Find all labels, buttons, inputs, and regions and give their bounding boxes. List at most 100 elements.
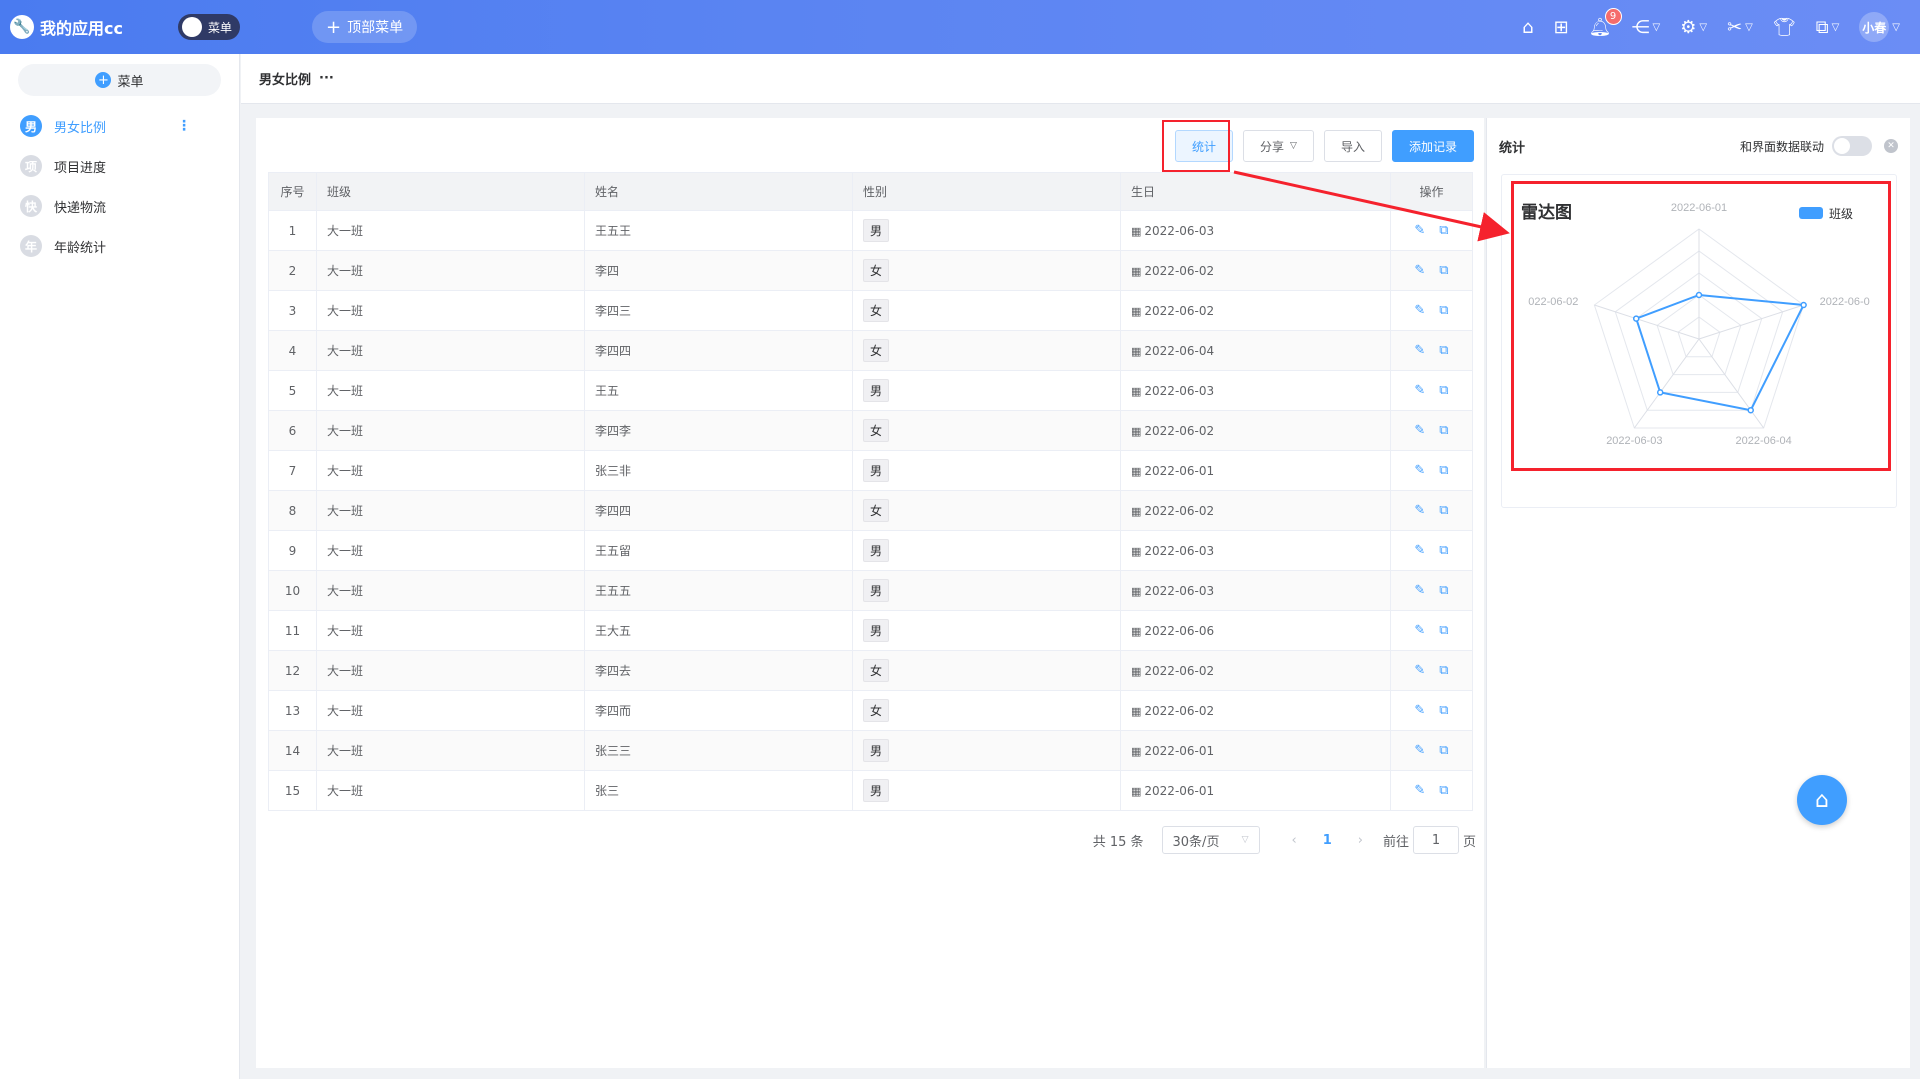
table-row[interactable]: 10 大一班 王五五男 ▦ 2022-06-03 ✎ ⧉: [268, 570, 1473, 611]
table-row[interactable]: 9 大一班 王五留男 ▦ 2022-06-03 ✎ ⧉: [268, 530, 1473, 571]
cell-name: 李四: [584, 250, 853, 291]
column-header[interactable]: 序号: [268, 172, 317, 211]
cell-name: 王五五: [584, 570, 853, 611]
table-row[interactable]: 1 大一班 王五王男 ▦ 2022-06-03 ✎ ⧉: [268, 210, 1473, 251]
more-vertical-icon[interactable]: ⋮: [177, 118, 191, 134]
birthday-value: 2022-06-02: [1144, 503, 1215, 518]
sidebar-item-logistics[interactable]: 快 快递物流: [0, 186, 239, 226]
edit-icon[interactable]: ✎: [1414, 743, 1425, 758]
edit-icon[interactable]: ✎: [1414, 703, 1425, 718]
cell-class: 大一班: [316, 250, 585, 291]
cell-class: 大一班: [316, 210, 585, 251]
share-icon[interactable]: ⋲ ▽: [1632, 17, 1661, 38]
next-page-icon[interactable]: ›: [1358, 833, 1363, 848]
column-header[interactable]: 性别: [852, 172, 1121, 211]
column-header[interactable]: 生日: [1120, 172, 1391, 211]
edit-icon[interactable]: ✎: [1414, 383, 1425, 398]
goto-page-input[interactable]: 1: [1412, 826, 1459, 854]
edit-icon[interactable]: ✎: [1414, 543, 1425, 558]
detail-icon[interactable]: ⧉: [1439, 703, 1448, 718]
sidebar-item-gender-ratio[interactable]: 男 男女比例 ⋮: [0, 106, 239, 146]
detail-icon[interactable]: ⧉: [1439, 583, 1448, 598]
calendar-icon: ▦: [1131, 504, 1142, 518]
table-row[interactable]: 7 大一班 张三非男 ▦ 2022-06-01 ✎ ⧉: [268, 450, 1473, 491]
sidebar-menu-button[interactable]: + 菜单: [18, 64, 221, 96]
chevron-down-icon: ▽: [1892, 21, 1900, 33]
edit-icon[interactable]: ✎: [1414, 423, 1425, 438]
app-logo[interactable]: 🔧 我的应用cc: [10, 15, 160, 39]
column-header[interactable]: 班级: [316, 172, 585, 211]
edit-icon[interactable]: ✎: [1414, 503, 1425, 518]
edit-icon[interactable]: ✎: [1414, 783, 1425, 798]
detail-icon[interactable]: ⧉: [1439, 463, 1448, 478]
cell-name: 张三非: [584, 450, 853, 491]
table-row[interactable]: 13 大一班 李四而女 ▦ 2022-06-02 ✎ ⧉: [268, 690, 1473, 731]
home-float-button[interactable]: ⌂: [1797, 775, 1847, 825]
plugin-icon[interactable]: ⧉ ▽: [1816, 17, 1840, 38]
detail-icon[interactable]: ⧉: [1439, 303, 1448, 318]
edit-icon[interactable]: ✎: [1414, 623, 1425, 638]
current-page[interactable]: 1: [1323, 833, 1332, 848]
birthday-value: 2022-06-03: [1144, 583, 1215, 598]
stat-panel: 统计 和界面数据联动 ✕ 雷达图 班级 2022-06-01 2022-06-0 202…: [1486, 118, 1910, 1068]
menu-toggle-switch[interactable]: 菜单: [178, 14, 240, 40]
table-row[interactable]: 14 大一班 张三三男 ▦ 2022-06-01 ✎ ⧉: [268, 730, 1473, 771]
edit-icon[interactable]: ✎: [1414, 303, 1425, 318]
table-row[interactable]: 15 大一班 张三男 ▦ 2022-06-01 ✎ ⧉: [268, 770, 1473, 811]
edit-icon[interactable]: ✎: [1414, 663, 1425, 678]
birthday-value: 2022-06-02: [1144, 303, 1215, 318]
top-menu-button[interactable]: + 顶部菜单: [312, 11, 418, 43]
table-row[interactable]: 12 大一班 李四去女 ▦ 2022-06-02 ✎ ⧉: [268, 650, 1473, 691]
detail-icon[interactable]: ⧉: [1439, 543, 1448, 558]
detail-icon[interactable]: ⧉: [1439, 383, 1448, 398]
edit-icon[interactable]: ✎: [1414, 223, 1425, 238]
page-more-button[interactable]: ···: [319, 71, 334, 86]
cell-birthday: ▦ 2022-06-03: [1120, 530, 1391, 571]
user-menu[interactable]: 小春 ▽: [1859, 12, 1900, 42]
detail-icon[interactable]: ⧉: [1439, 423, 1448, 438]
table-row[interactable]: 5 大一班 王五男 ▦ 2022-06-03 ✎ ⧉: [268, 370, 1473, 411]
gender-tag: 女: [863, 339, 890, 362]
detail-icon[interactable]: ⧉: [1439, 743, 1448, 758]
share-button-label: 分享: [1260, 139, 1285, 154]
shirt-icon[interactable]: 👕︎: [1773, 17, 1796, 38]
bell-icon[interactable]: 🔔︎ 9: [1589, 7, 1622, 38]
prev-page-icon[interactable]: ‹: [1292, 833, 1297, 848]
edit-icon[interactable]: ✎: [1414, 463, 1425, 478]
table-row[interactable]: 8 大一班 李四四女 ▦ 2022-06-02 ✎ ⧉: [268, 490, 1473, 531]
detail-icon[interactable]: ⧉: [1439, 623, 1448, 638]
detail-icon[interactable]: ⧉: [1439, 223, 1448, 238]
cell-actions: ✎ ⧉: [1390, 690, 1473, 731]
sidebar-item-age-stats[interactable]: 年 年龄统计: [0, 226, 239, 266]
apps-grid-icon[interactable]: ⊞: [1554, 17, 1569, 38]
gear-icon[interactable]: ⚙ ▽: [1680, 17, 1707, 38]
gender-tag: 男: [863, 619, 890, 642]
detail-icon[interactable]: ⧉: [1439, 263, 1448, 278]
detail-icon[interactable]: ⧉: [1439, 343, 1448, 358]
detail-icon[interactable]: ⧉: [1439, 663, 1448, 678]
sidebar-item-label: 快递物流: [54, 200, 107, 216]
sidebar-item-project-progress[interactable]: 项 项目进度: [0, 146, 239, 186]
import-button[interactable]: 导入: [1323, 130, 1382, 162]
edit-icon[interactable]: ✎: [1414, 263, 1425, 278]
table-row[interactable]: 11 大一班 王大五男 ▦ 2022-06-06 ✎ ⧉: [268, 610, 1473, 651]
share-button[interactable]: 分享 ▽: [1243, 130, 1314, 162]
cell-index: 8: [268, 490, 317, 531]
edit-icon[interactable]: ✎: [1414, 343, 1425, 358]
table-row[interactable]: 3 大一班 李四三女 ▦ 2022-06-02 ✎ ⧉: [268, 290, 1473, 331]
column-header[interactable]: 操作: [1390, 172, 1473, 211]
table-row[interactable]: 4 大一班 李四四女 ▦ 2022-06-04 ✎ ⧉: [268, 330, 1473, 371]
tools-icon[interactable]: ✂ ▽: [1727, 17, 1753, 38]
add-record-button[interactable]: 添加记录: [1391, 130, 1474, 162]
detail-icon[interactable]: ⧉: [1439, 503, 1448, 518]
home-icon[interactable]: ⌂: [1522, 17, 1533, 38]
cell-index: 12: [268, 650, 317, 691]
column-header[interactable]: 姓名: [584, 172, 853, 211]
cell-actions: ✎ ⧉: [1390, 730, 1473, 771]
table-row[interactable]: 6 大一班 李四李女 ▦ 2022-06-02 ✎ ⧉: [268, 410, 1473, 451]
detail-icon[interactable]: ⧉: [1439, 783, 1448, 798]
cell-actions: ✎ ⧉: [1390, 610, 1473, 651]
page-size-select[interactable]: 30条/页 ▽: [1161, 826, 1260, 854]
table-row[interactable]: 2 大一班 李四女 ▦ 2022-06-02 ✎ ⧉: [268, 250, 1473, 291]
edit-icon[interactable]: ✎: [1414, 583, 1425, 598]
